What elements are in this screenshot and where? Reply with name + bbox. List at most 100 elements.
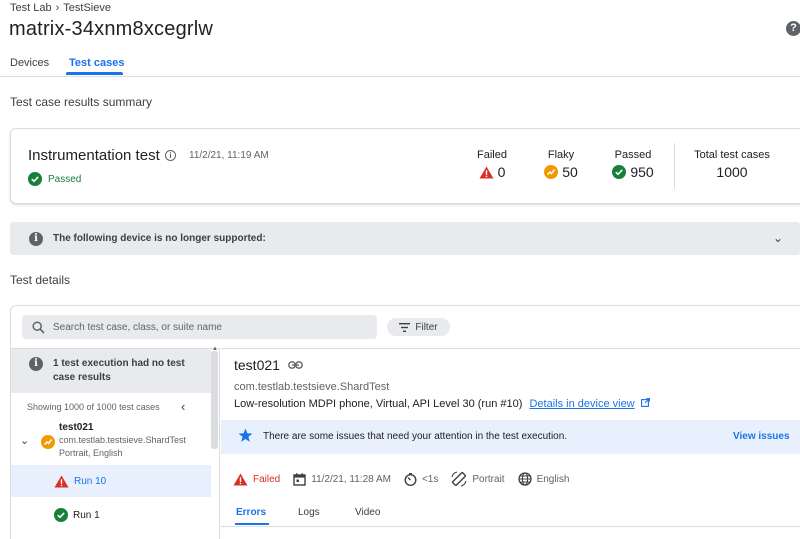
execution-duration: <1s bbox=[404, 472, 439, 486]
run-item-label: Run 10 bbox=[74, 475, 107, 487]
execution-locale: English bbox=[517, 472, 570, 486]
info-icon: i bbox=[29, 231, 43, 246]
link-icon[interactable] bbox=[288, 361, 303, 369]
stat-flaky-value: 50 bbox=[562, 164, 578, 180]
summary-status-label: Passed bbox=[48, 173, 82, 185]
execution-duration-label: <1s bbox=[421, 473, 439, 485]
no-results-notice: i 1 test execution had no test case resu… bbox=[11, 349, 211, 393]
chevron-left-icon[interactable]: ‹ bbox=[181, 399, 185, 414]
warning-triangle-icon bbox=[233, 473, 248, 485]
details-section-title: Test details bbox=[10, 273, 71, 287]
detail-tab-bar: Errors Logs Video bbox=[221, 501, 800, 527]
help-circle-icon[interactable]: ? bbox=[786, 21, 800, 36]
execution-orientation-label: Portrait bbox=[472, 473, 505, 485]
stat-total: Total test cases 1000 bbox=[685, 149, 779, 180]
run-item-1[interactable]: Run 1 bbox=[11, 499, 211, 531]
device-view-link-label: Details in device view bbox=[529, 398, 635, 410]
execution-meta: Failed 11/2/21, 11:28 AM <1s Portrait En… bbox=[233, 471, 582, 487]
stat-failed-value: 0 bbox=[497, 164, 506, 180]
timer-icon bbox=[404, 472, 417, 486]
test-case-name: test021 bbox=[234, 357, 280, 373]
tab-devices[interactable]: Devices bbox=[10, 57, 49, 69]
execution-orientation: Portrait bbox=[451, 471, 505, 487]
screen-rotation-icon bbox=[451, 471, 467, 487]
stat-total-value: 1000 bbox=[716, 164, 748, 180]
view-issues-button[interactable]: View issues bbox=[733, 431, 790, 442]
execution-locale-label: English bbox=[536, 473, 570, 485]
device-view-link[interactable]: Details in device view bbox=[529, 398, 634, 410]
tree-item-name: test021 bbox=[59, 422, 94, 433]
issues-banner-text: There are some issues that need your att… bbox=[263, 431, 568, 442]
tab-video[interactable]: Video bbox=[355, 507, 380, 518]
test-case-title: test021 bbox=[234, 357, 303, 373]
device-description: Low-resolution MDPI phone, Virtual, API … bbox=[234, 398, 523, 410]
showing-count: Showing 1000 of 1000 test cases bbox=[27, 402, 160, 412]
info-outline-icon[interactable]: i bbox=[165, 150, 176, 161]
stat-divider bbox=[674, 143, 675, 189]
stat-passed-value: 950 bbox=[630, 164, 654, 180]
flaky-icon bbox=[544, 165, 559, 179]
tree-item-class: com.testlab.testsieve.ShardTest bbox=[59, 435, 187, 445]
test-case-list-panel: i 1 test execution had no test case resu… bbox=[11, 346, 220, 539]
run-item-10[interactable]: Run 10 bbox=[11, 465, 211, 497]
filter-button[interactable]: Filter bbox=[387, 318, 450, 336]
run-item-label: Run 1 bbox=[73, 509, 100, 521]
scrollbar-thumb[interactable] bbox=[211, 351, 218, 449]
test-case-device: Low-resolution MDPI phone, Virtual, API … bbox=[234, 398, 650, 410]
external-link-icon bbox=[640, 398, 650, 407]
no-results-notice-text: 1 test execution had no test case result… bbox=[53, 358, 185, 383]
filter-icon bbox=[399, 322, 411, 332]
filter-label: Filter bbox=[415, 321, 438, 333]
summary-status: Passed bbox=[28, 172, 81, 186]
execution-status: Failed bbox=[233, 473, 280, 486]
search-input[interactable] bbox=[53, 321, 353, 333]
tree-item-config: Portrait, English bbox=[59, 448, 123, 458]
issues-banner: There are some issues that need your att… bbox=[221, 420, 800, 454]
summary-card: Instrumentation test i 11/2/21, 11:19 AM… bbox=[10, 128, 800, 204]
search-icon bbox=[32, 320, 45, 334]
check-circle-icon bbox=[28, 172, 42, 186]
execution-datetime-label: 11/2/21, 11:28 AM bbox=[311, 473, 391, 485]
chevron-expand-icon[interactable]: ⌄ bbox=[20, 434, 29, 447]
test-details-card: Filter i 1 test execution had no test ca… bbox=[10, 305, 800, 539]
chevron-down-icon[interactable]: ⌄ bbox=[773, 231, 783, 245]
stat-flaky: Flaky 50 bbox=[538, 149, 584, 180]
summary-datetime: 11/2/21, 11:19 AM bbox=[189, 150, 269, 161]
breadcrumb-current: TestSieve bbox=[63, 2, 111, 14]
summary-section-title: Test case results summary bbox=[10, 95, 153, 109]
tab-logs[interactable]: Logs bbox=[298, 507, 320, 518]
stat-failed-label: Failed bbox=[477, 149, 507, 161]
page-title: matrix-34xnm8xcegrlw bbox=[9, 18, 214, 40]
stat-total-label: Total test cases bbox=[694, 149, 770, 161]
warning-triangle-icon bbox=[54, 475, 69, 487]
warning-triangle-icon bbox=[479, 166, 494, 178]
globe-icon bbox=[517, 472, 532, 486]
tree-item-test021[interactable] bbox=[41, 435, 55, 454]
unsupported-device-text: The following device is no longer suppor… bbox=[53, 233, 266, 244]
stat-failed: Failed 0 bbox=[469, 149, 515, 180]
test-type-name: Instrumentation test bbox=[28, 147, 160, 164]
stat-passed: Passed 950 bbox=[607, 149, 659, 180]
execution-datetime: 11/2/21, 11:28 AM bbox=[293, 472, 391, 486]
test-case-detail-panel: test021 com.testlab.testsieve.ShardTest … bbox=[221, 348, 800, 539]
breadcrumb: Test Lab › TestSieve bbox=[10, 2, 111, 14]
search-bar bbox=[22, 315, 377, 339]
execution-status-label: Failed bbox=[253, 473, 281, 485]
breadcrumb-test-lab[interactable]: Test Lab bbox=[10, 2, 52, 14]
check-circle-icon bbox=[54, 508, 68, 522]
stat-passed-label: Passed bbox=[614, 149, 652, 161]
unsupported-device-banner[interactable]: i The following device is no longer supp… bbox=[10, 222, 800, 255]
info-icon: i bbox=[29, 357, 43, 371]
test-case-class: com.testlab.testsieve.ShardTest bbox=[234, 381, 390, 393]
tree-item-details[interactable]: test021 com.testlab.testsieve.ShardTest … bbox=[59, 421, 186, 460]
stat-flaky-label: Flaky bbox=[547, 149, 575, 161]
star-icon bbox=[238, 428, 253, 442]
flaky-icon bbox=[41, 435, 55, 449]
active-tab-indicator bbox=[66, 72, 123, 75]
calendar-icon bbox=[293, 472, 306, 486]
check-circle-icon bbox=[612, 165, 627, 179]
active-detail-tab-indicator bbox=[235, 523, 269, 525]
tab-test-cases[interactable]: Test cases bbox=[69, 57, 124, 69]
breadcrumb-separator: › bbox=[55, 2, 60, 14]
tab-errors[interactable]: Errors bbox=[236, 507, 266, 518]
